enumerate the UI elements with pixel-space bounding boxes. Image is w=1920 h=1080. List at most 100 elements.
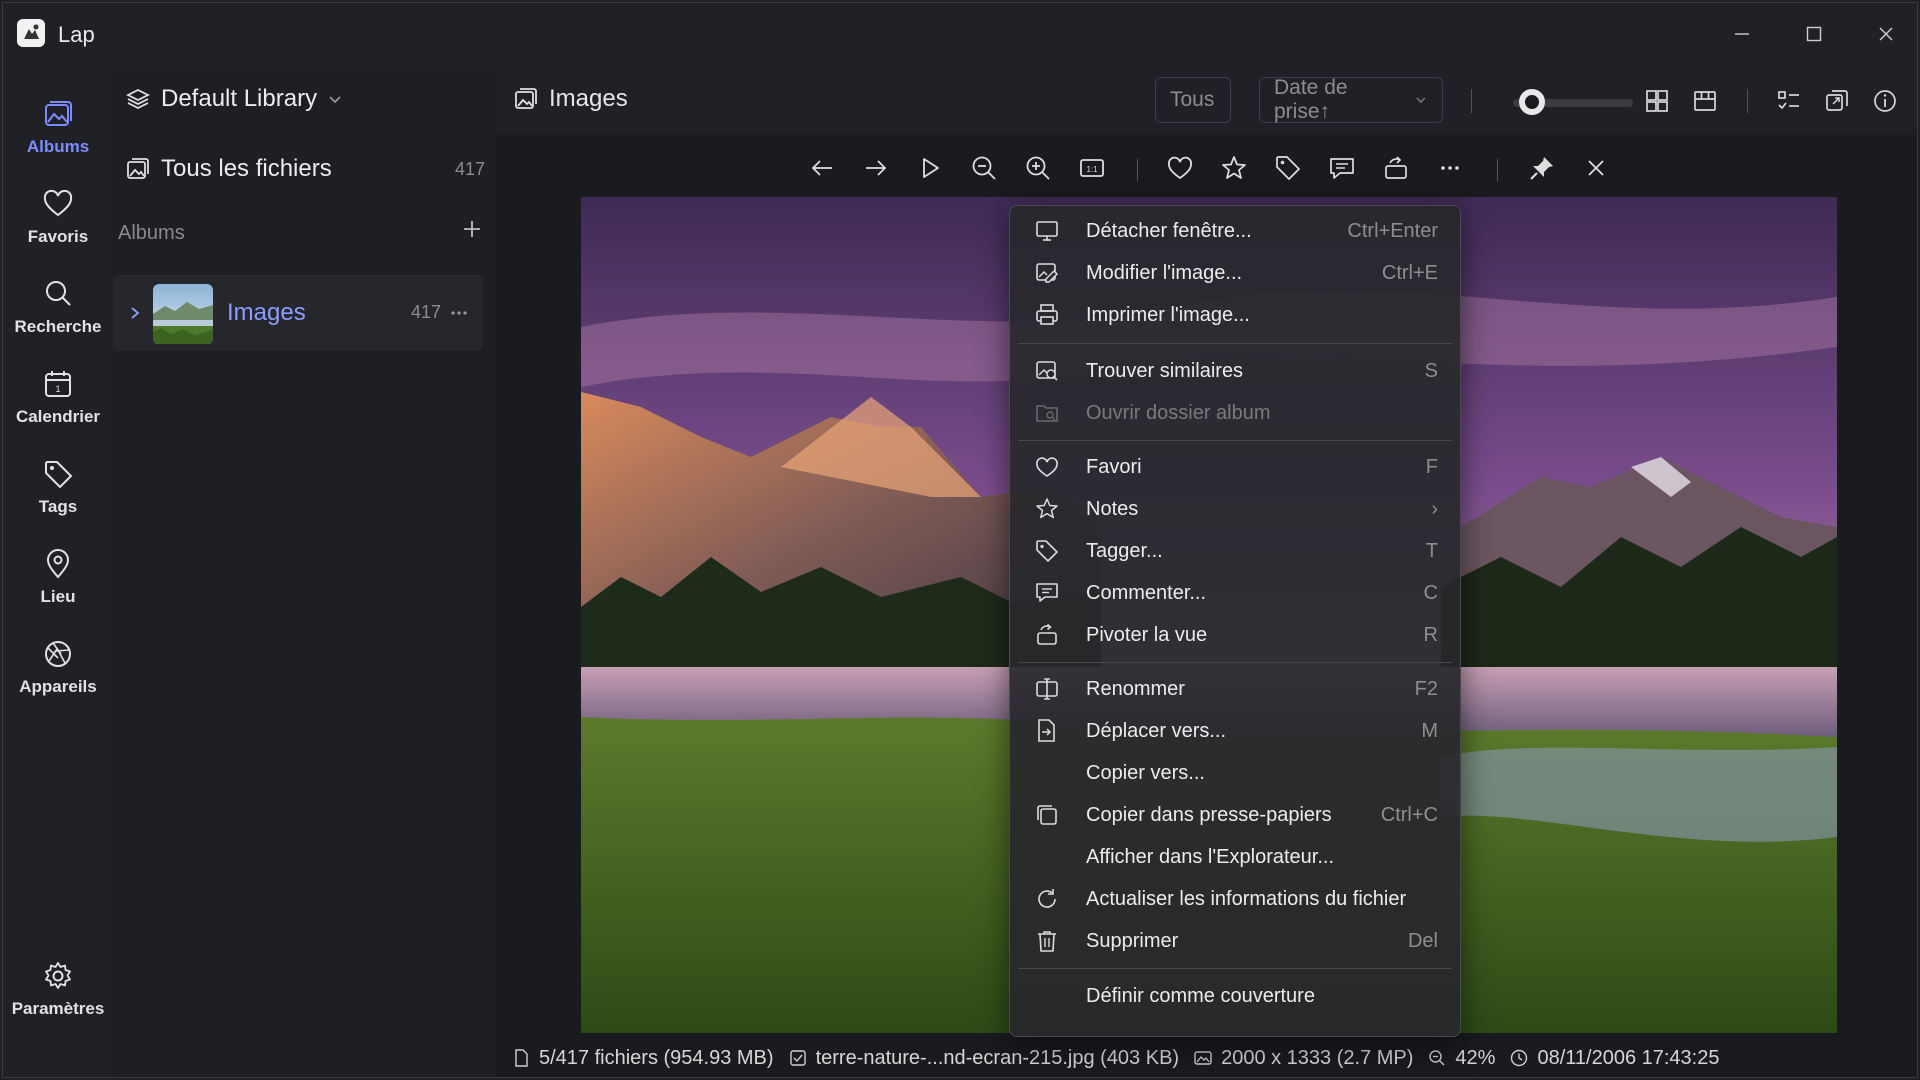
nav-search[interactable]: Recherche <box>3 277 113 355</box>
divider <box>1137 159 1138 181</box>
grid-view-icon[interactable] <box>1643 87 1671 115</box>
window-title: Lap <box>58 22 95 47</box>
menu-item-shortcut: F2 <box>1414 677 1438 700</box>
library-selector[interactable]: Default Library <box>125 85 343 113</box>
menu-separator <box>1018 343 1452 344</box>
menu-item-label: Copier vers... <box>1086 761 1205 784</box>
heart-icon <box>43 189 73 217</box>
sort-dropdown[interactable]: Date de prise↑ <box>1259 76 1443 123</box>
menu-item-delete[interactable]: Supprimer Del <box>1018 922 1452 960</box>
close-icon[interactable] <box>1873 21 1899 47</box>
zoom-out-icon[interactable] <box>969 153 999 183</box>
tag-icon[interactable] <box>1273 153 1303 183</box>
menu-item-tag[interactable]: Tagger... T <box>1018 532 1452 570</box>
rotate-icon[interactable] <box>1381 153 1411 183</box>
menu-item-label: Déplacer vers... <box>1086 719 1227 742</box>
minimize-icon[interactable] <box>1729 21 1755 47</box>
menu-item-open-album-folder: Ouvrir dossier album <box>1018 394 1452 432</box>
slider-handle[interactable] <box>1519 89 1545 115</box>
filter-dropdown[interactable]: Tous <box>1155 77 1231 123</box>
more-icon[interactable] <box>449 305 469 321</box>
clock-icon <box>1511 1049 1528 1067</box>
menu-item-print-image[interactable]: Imprimer l'image... <box>1018 296 1452 334</box>
nav-rail: Albums Favoris Recherche 1 Calendrier Ta… <box>3 67 113 1077</box>
comment-icon[interactable] <box>1327 153 1357 183</box>
info-icon[interactable] <box>1871 87 1899 115</box>
heart-icon[interactable] <box>1165 153 1195 183</box>
images-icon <box>515 88 537 109</box>
previous-arrow-icon[interactable] <box>807 153 837 183</box>
menu-item-edit-image[interactable]: Modifier l'image... Ctrl+E <box>1018 254 1452 292</box>
select-list-icon[interactable] <box>1775 87 1803 115</box>
comment-icon <box>1036 583 1058 602</box>
nav-albums-label: Albums <box>26 137 90 156</box>
all-files-label: Tous les fichiers <box>161 155 332 182</box>
filename-text: terre-nature-...nd-ecran-215.jpg (403 KB… <box>815 1046 1180 1069</box>
nav-devices-label: Appareils <box>19 677 97 696</box>
nav-devices[interactable]: Appareils <box>3 637 113 715</box>
menu-item-favorite[interactable]: Favori F <box>1018 448 1452 486</box>
nav-location-label: Lieu <box>40 587 76 606</box>
menu-item-refresh-info[interactable]: Actualiser les informations du fichier <box>1018 880 1452 918</box>
chevron-right-icon[interactable] <box>127 305 143 321</box>
menu-item-comment[interactable]: Commenter... C <box>1018 574 1452 612</box>
albums-section-header: Albums <box>118 221 485 245</box>
menu-item-shortcut: F <box>1425 455 1438 478</box>
zoom-text: 42% <box>1455 1046 1496 1069</box>
maximize-icon[interactable] <box>1801 21 1827 47</box>
svg-text:1: 1 <box>55 384 60 394</box>
zoom-in-icon[interactable] <box>1023 153 1053 183</box>
menu-item-shortcut: Ctrl+C <box>1380 803 1438 826</box>
menu-item-copy-clipboard[interactable]: Copier dans presse-papiers Ctrl+C <box>1018 796 1452 834</box>
open-window-icon[interactable] <box>1823 87 1851 115</box>
menu-item-find-similar[interactable]: Trouver similaires S <box>1018 352 1452 390</box>
printer-icon <box>1036 304 1058 325</box>
menu-item-notes[interactable]: Notes › <box>1018 490 1452 528</box>
menu-item-label: Pivoter la vue <box>1086 623 1208 646</box>
star-icon[interactable] <box>1219 153 1249 183</box>
location-pin-icon <box>46 549 70 579</box>
menu-item-set-as-cover[interactable]: Définir comme couverture <box>1018 977 1452 1015</box>
menu-item-label: Imprimer l'image... <box>1086 303 1250 326</box>
images-icon <box>127 158 149 179</box>
nav-location[interactable]: Lieu <box>3 547 113 625</box>
dimensions-status: 2000 x 1333 (2.7 MP) <box>1193 1047 1413 1070</box>
menu-item-label: Définir comme couverture <box>1086 984 1315 1007</box>
menu-item-detach-window[interactable]: Détacher fenêtre... Ctrl+Enter <box>1018 212 1452 250</box>
more-icon[interactable] <box>1435 153 1465 183</box>
menu-item-shortcut: Ctrl+E <box>1381 261 1438 284</box>
play-icon[interactable] <box>915 153 945 183</box>
filmstrip-view-icon[interactable] <box>1691 87 1719 115</box>
close-viewer-icon[interactable] <box>1581 153 1611 183</box>
menu-item-show-in-explorer[interactable]: Afficher dans l'Explorateur... <box>1018 838 1452 876</box>
menu-item-copy-to[interactable]: Copier vers... <box>1018 754 1452 792</box>
image-icon <box>1194 1051 1212 1065</box>
svg-text:1:1: 1:1 <box>1086 165 1098 174</box>
actual-size-icon[interactable]: 1:1 <box>1077 153 1107 183</box>
sort-value: Date de prise↑ <box>1274 76 1348 123</box>
nav-tags-label: Tags <box>38 497 78 516</box>
menu-item-rotate-view[interactable]: Pivoter la vue R <box>1018 616 1452 654</box>
dimensions-text: 2000 x 1333 (2.7 MP) <box>1221 1046 1414 1069</box>
album-item-images[interactable]: Images 417 <box>113 275 483 351</box>
menu-item-label: Ouvrir dossier album <box>1086 401 1271 424</box>
nav-settings[interactable]: Paramètres <box>3 959 113 1037</box>
filename-status: terre-nature-...nd-ecran-215.jpg (403 KB… <box>788 1046 1180 1070</box>
menu-item-shortcut: T <box>1425 539 1438 562</box>
checkbox-icon <box>789 1050 806 1066</box>
menu-item-rename[interactable]: Renommer F2 <box>1018 670 1452 708</box>
all-files-item[interactable]: Tous les fichiers 417 <box>125 155 485 183</box>
add-album-icon[interactable] <box>459 216 485 242</box>
menu-item-label: Tagger... <box>1086 539 1163 562</box>
nav-albums[interactable]: Albums <box>3 97 113 175</box>
next-arrow-icon[interactable] <box>861 153 891 183</box>
nav-calendar[interactable]: 1 Calendrier <box>3 367 113 445</box>
album-name: Images <box>227 299 306 326</box>
menu-item-move-to[interactable]: Déplacer vers... M <box>1018 712 1452 750</box>
nav-favorites[interactable]: Favoris <box>3 187 113 265</box>
divider <box>1497 159 1498 181</box>
pin-icon[interactable] <box>1527 153 1557 183</box>
divider <box>1747 89 1748 113</box>
edit-image-icon <box>1036 263 1059 283</box>
nav-tags[interactable]: Tags <box>3 457 113 535</box>
